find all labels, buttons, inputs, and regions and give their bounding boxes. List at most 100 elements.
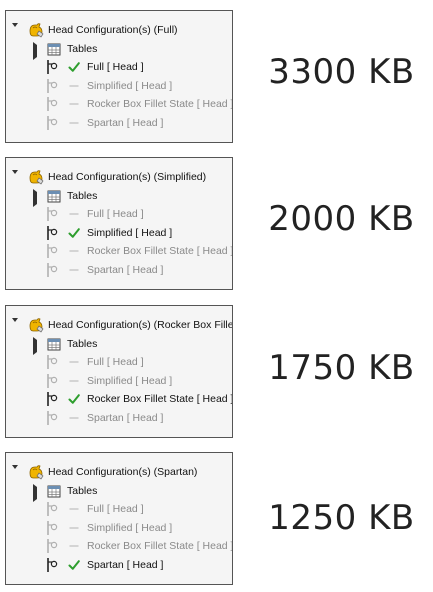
- tree-row-tables[interactable]: Tables: [6, 335, 206, 355]
- tables-label: Tables: [67, 337, 98, 350]
- config-label: Full [ Head ]: [87, 503, 144, 516]
- config-label: Simplified [ Head ]: [87, 521, 173, 534]
- configuration-branch-icon: [46, 116, 58, 130]
- dash-icon: [68, 264, 80, 276]
- tree-row-tables[interactable]: Tables: [6, 482, 206, 502]
- design-table-icon: [47, 337, 61, 351]
- checkmark-icon: [68, 559, 80, 571]
- configuration-branch-icon: [46, 558, 58, 572]
- collapse-arrow-icon[interactable]: [12, 318, 20, 334]
- collapse-arrow-icon[interactable]: [12, 23, 20, 39]
- configuration-branch-icon: [46, 539, 58, 554]
- triangle-down-shape: [12, 170, 18, 186]
- configuration-icon: [27, 22, 45, 38]
- config-label: Rocker Box Fillet State [ Head ]: [87, 245, 233, 258]
- dash-icon: [68, 540, 80, 552]
- tree-row-tables[interactable]: Tables: [6, 40, 206, 60]
- config-row[interactable]: Simplified [ Head ]: [6, 372, 232, 390]
- checkmark-icon: [68, 393, 80, 405]
- file-size-label: 1750 KB: [268, 348, 415, 388]
- config-label: Simplified [ Head ]: [87, 374, 173, 387]
- config-row-active[interactable]: Spartan [ Head ]: [6, 556, 232, 574]
- config-row-active[interactable]: Full [ Head ]: [6, 58, 232, 76]
- config-label: Rocker Box Fillet State [ Head ]: [87, 540, 233, 553]
- expand-arrow-icon[interactable]: [33, 336, 41, 355]
- config-label: Spartan [ Head ]: [87, 412, 164, 424]
- configuration-branch-icon: [46, 392, 58, 407]
- tables-label: Tables: [67, 42, 98, 55]
- config-label: Full [ Head ]: [87, 356, 144, 369]
- design-table-icon: [47, 42, 61, 56]
- configuration-icon: [27, 169, 45, 185]
- config-row[interactable]: Rocker Box Fillet State [ Head ]: [6, 537, 233, 555]
- triangle-right-shape: [33, 483, 37, 502]
- configuration-branch-icon: [46, 263, 58, 277]
- config-label: Spartan [ Head ]: [87, 264, 164, 276]
- configuration-branch-icon: [46, 520, 58, 535]
- configuration-branch-icon: [46, 97, 58, 112]
- configuration-icon: [27, 464, 45, 480]
- configuration-panel: Head Configuration(s) (Spartan) Tables Ful…: [5, 452, 233, 585]
- root-configuration-label: Head Configuration(s) (Full): [48, 24, 178, 36]
- dash-icon: [68, 522, 80, 534]
- expand-arrow-icon[interactable]: [33, 483, 41, 502]
- design-table-icon: [47, 189, 61, 203]
- config-row[interactable]: Simplified [ Head ]: [6, 519, 232, 537]
- tables-label: Tables: [67, 484, 98, 497]
- checkmark-icon: [68, 61, 80, 73]
- config-row[interactable]: Spartan [ Head ]: [6, 261, 232, 279]
- config-label: Full [ Head ]: [87, 61, 144, 74]
- collapse-arrow-icon[interactable]: [12, 170, 20, 186]
- expand-arrow-icon[interactable]: [33, 188, 41, 207]
- configuration-branch-icon: [46, 244, 58, 259]
- configuration-branch-icon: [46, 60, 58, 75]
- configuration-branch-icon: [46, 355, 58, 370]
- configuration-branch-icon: [46, 373, 58, 388]
- root-configuration-label: Head Configuration(s) (Spartan): [48, 466, 198, 478]
- collapse-arrow-icon[interactable]: [12, 465, 20, 481]
- dash-icon: [68, 80, 80, 92]
- configuration-branch-icon: [46, 411, 58, 425]
- configuration-icon: [27, 317, 45, 333]
- config-label: Rocker Box Fillet State [ Head ]: [87, 98, 233, 111]
- triangle-right-shape: [33, 41, 37, 60]
- configuration-panel: Head Configuration(s) (Simplified) Tables…: [5, 157, 233, 290]
- tree-root-row[interactable]: Head Configuration(s) (Full): [6, 21, 232, 39]
- triangle-right-shape: [33, 336, 37, 355]
- config-row[interactable]: Full [ Head ]: [6, 500, 232, 518]
- config-row[interactable]: Spartan [ Head ]: [6, 114, 232, 132]
- configuration-branch-icon: [46, 78, 58, 93]
- config-row-active[interactable]: Rocker Box Fillet State [ Head ]: [6, 390, 233, 408]
- tree-root-row[interactable]: Head Configuration(s) (Rocker Box Fillet: [6, 316, 232, 334]
- dash-icon: [68, 503, 80, 515]
- tree-row-tables[interactable]: Tables: [6, 187, 206, 207]
- file-size-label: 3300 KB: [268, 52, 415, 92]
- config-label: Spartan [ Head ]: [87, 559, 164, 571]
- checkmark-icon: [68, 227, 80, 239]
- config-row[interactable]: Rocker Box Fillet State [ Head ]: [6, 95, 233, 113]
- config-row[interactable]: Rocker Box Fillet State [ Head ]: [6, 242, 233, 260]
- config-label: Simplified [ Head ]: [87, 226, 173, 239]
- dash-icon: [68, 375, 80, 387]
- configuration-branch-icon: [46, 207, 58, 222]
- config-row[interactable]: Full [ Head ]: [6, 353, 232, 371]
- configuration-branch-icon: [46, 502, 58, 517]
- dash-icon: [68, 412, 80, 424]
- config-label: Rocker Box Fillet State [ Head ]: [87, 393, 233, 406]
- file-size-label: 1250 KB: [268, 498, 415, 538]
- triangle-down-shape: [12, 23, 18, 39]
- expand-arrow-icon[interactable]: [33, 41, 41, 60]
- config-row[interactable]: Full [ Head ]: [6, 205, 232, 223]
- configuration-branch-icon: [46, 225, 58, 240]
- tree-root-row[interactable]: Head Configuration(s) (Spartan): [6, 463, 232, 481]
- dash-icon: [68, 208, 80, 220]
- config-row-active[interactable]: Simplified [ Head ]: [6, 224, 232, 242]
- configuration-panel: Head Configuration(s) (Rocker Box Fillet…: [5, 305, 233, 438]
- design-table-icon: [47, 484, 61, 498]
- config-row[interactable]: Spartan [ Head ]: [6, 409, 232, 427]
- config-label: Full [ Head ]: [87, 208, 144, 221]
- dash-icon: [68, 356, 80, 368]
- tree-root-row[interactable]: Head Configuration(s) (Simplified): [6, 168, 232, 186]
- tables-label: Tables: [67, 189, 98, 202]
- config-row[interactable]: Simplified [ Head ]: [6, 77, 232, 95]
